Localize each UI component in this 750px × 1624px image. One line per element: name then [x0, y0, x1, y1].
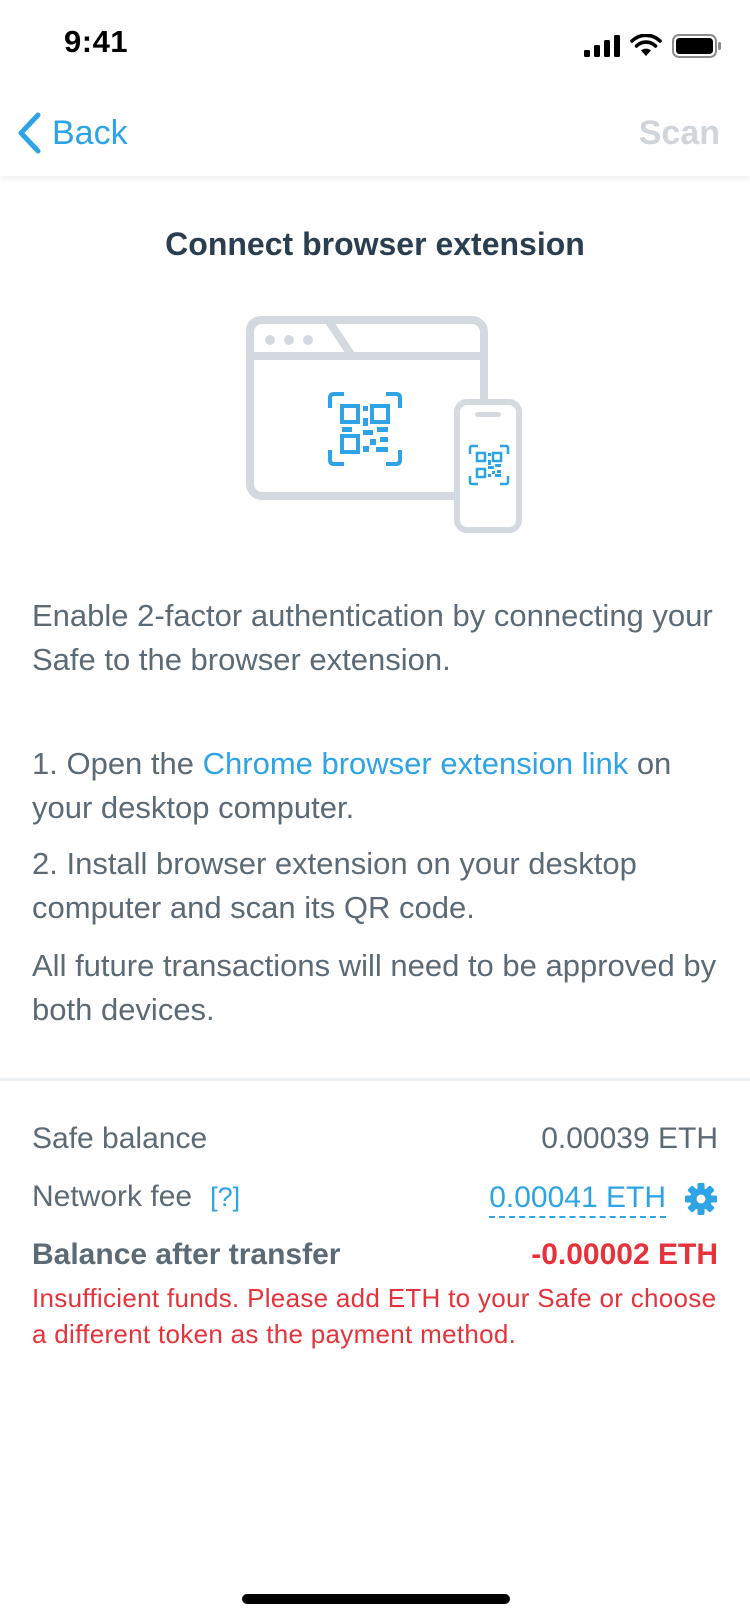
network-fee-value[interactable]: 0.00041 ETH [489, 1180, 666, 1218]
approval-note: All future transactions will need to be … [32, 948, 717, 1027]
safe-balance-row: Safe balance 0.00039 ETH [32, 1122, 718, 1162]
qr-code-icon [328, 392, 402, 466]
safe-balance-value: 0.00039 ETH [541, 1122, 718, 1155]
network-fee-label-group: Network fee [?] [32, 1180, 240, 1214]
page-title: Connect browser extension [165, 226, 585, 262]
step-2-text: 2. Install browser extension on your des… [32, 846, 637, 925]
battery-icon [672, 34, 721, 58]
chevron-left-icon [18, 112, 41, 154]
gear-icon[interactable] [684, 1182, 718, 1216]
status-bar: 9:41 [0, 0, 750, 90]
network-fee-row: Network fee [?] 0.00041 ETH [32, 1180, 718, 1220]
balance-after-label: Balance after transfer [32, 1238, 341, 1271]
section-divider [0, 1078, 750, 1081]
scan-button[interactable]: Scan [639, 114, 720, 153]
cellular-signal-icon [584, 35, 620, 57]
intro-text: Enable 2-factor authentication by connec… [32, 598, 713, 677]
chrome-extension-link[interactable]: Chrome browser extension link [203, 746, 629, 781]
step-1-text: 1. Open the Chrome browser extension lin… [32, 742, 722, 830]
wifi-icon [630, 34, 662, 56]
navigation-bar: Back Scan [0, 90, 750, 176]
insufficient-funds-error: Insufficient funds. Please add ETH to yo… [32, 1283, 717, 1349]
back-button[interactable]: Back [16, 108, 128, 158]
status-icons [584, 34, 722, 58]
browser-extension-illustration [246, 316, 522, 533]
step-1-prefix: 1. Open the [32, 746, 203, 781]
screen: 9:41 Back Scan Connect browser extension… [0, 0, 750, 1624]
safe-balance-label: Safe balance [32, 1122, 208, 1155]
balance-after-row: Balance after transfer -0.00002 ETH [32, 1238, 718, 1278]
status-time: 9:41 [64, 24, 129, 59]
home-indicator [242, 1594, 510, 1604]
network-fee-label: Network fee [32, 1180, 193, 1213]
network-fee-help-link[interactable]: [?] [210, 1182, 240, 1212]
back-label: Back [52, 113, 128, 152]
balance-after-value: -0.00002 ETH [531, 1238, 718, 1271]
